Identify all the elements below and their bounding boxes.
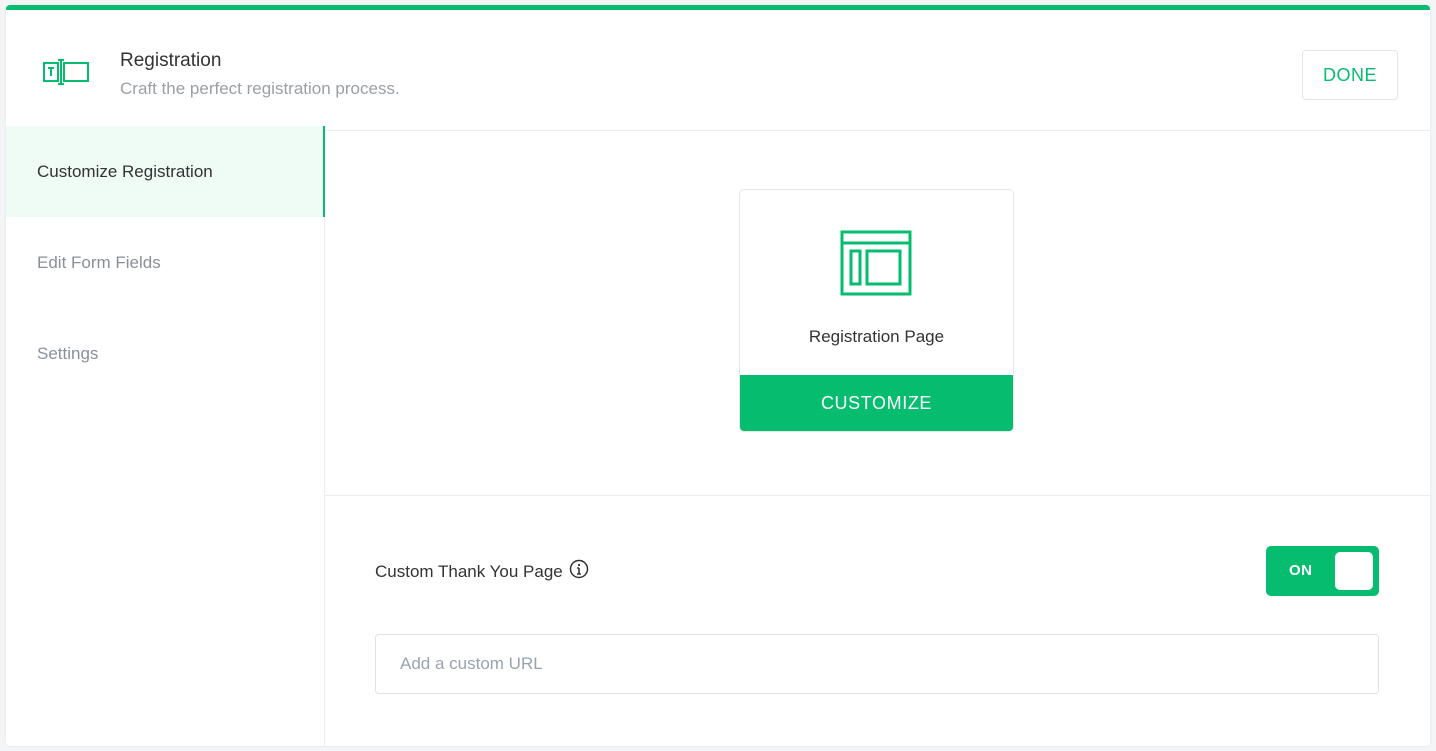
sidebar-item-edit-form-fields[interactable]: Edit Form Fields [6, 217, 324, 308]
main-content: Registration Page CUSTOMIZE Custom Thank… [325, 126, 1430, 746]
section-divider [325, 495, 1430, 496]
sidebar-item-label: Customize Registration [37, 161, 213, 181]
thank-you-toggle[interactable]: ON [1266, 546, 1379, 596]
done-button[interactable]: DONE [1302, 50, 1398, 100]
info-icon[interactable] [569, 559, 589, 584]
thank-you-row: Custom Thank You Page [375, 559, 589, 584]
customize-button[interactable]: CUSTOMIZE [740, 375, 1013, 431]
header: Registration Craft the perfect registrat… [6, 10, 1430, 131]
registration-icon [42, 59, 90, 90]
page-layout-icon [840, 230, 912, 303]
sidebar-item-settings[interactable]: Settings [6, 308, 324, 399]
toggle-label: ON [1289, 562, 1313, 579]
sidebar: Customize Registration Edit Form Fields … [6, 126, 325, 746]
thank-you-label: Custom Thank You Page [375, 561, 563, 581]
custom-url-input[interactable] [375, 634, 1379, 694]
page-subtitle: Craft the perfect registration process. [120, 79, 400, 98]
card-label: Registration Page [808, 327, 945, 346]
registration-panel: Registration Craft the perfect registrat… [6, 5, 1430, 746]
registration-page-card: Registration Page CUSTOMIZE [739, 189, 1014, 432]
sidebar-item-label: Settings [37, 343, 99, 363]
sidebar-item-label: Edit Form Fields [37, 252, 161, 272]
sidebar-item-customize-registration[interactable]: Customize Registration [6, 126, 325, 217]
toggle-knob [1335, 552, 1373, 590]
page-title: Registration [120, 50, 222, 71]
